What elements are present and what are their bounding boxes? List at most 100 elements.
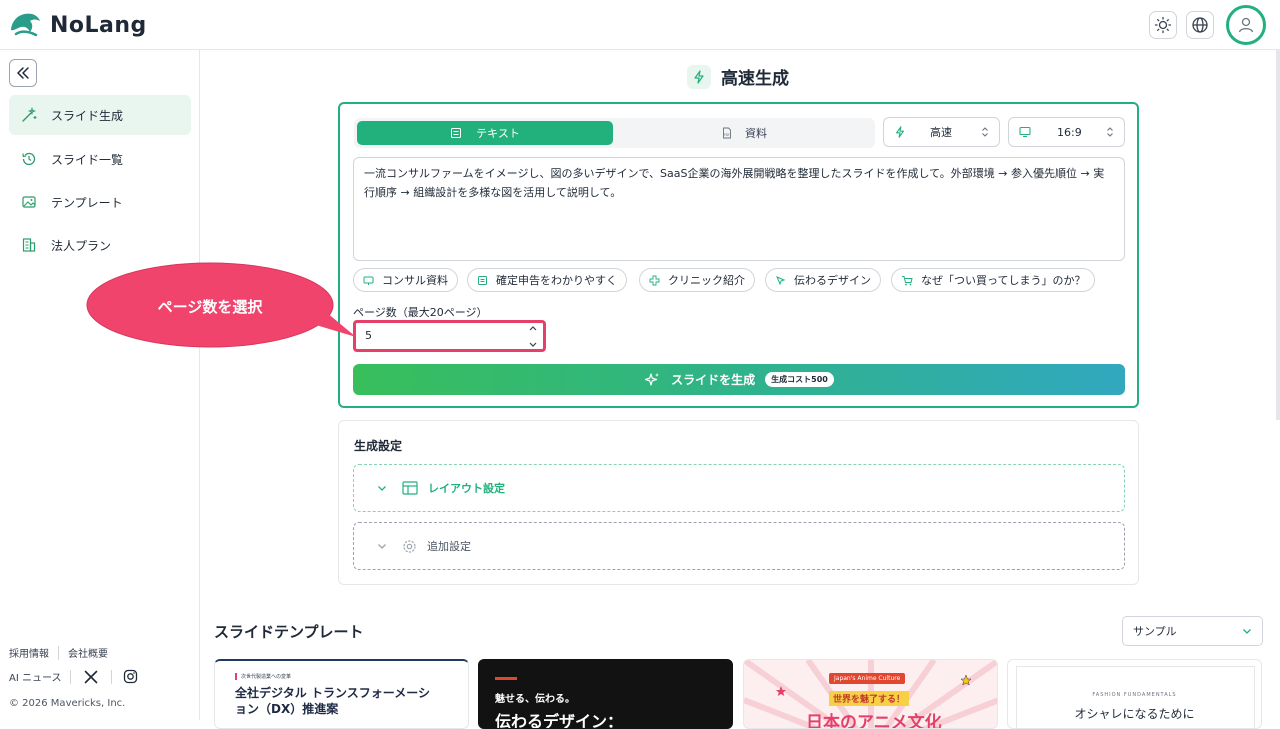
page-title: 高速生成 xyxy=(200,64,1276,89)
pdf-file-icon: PDF xyxy=(723,127,731,139)
speed-select[interactable]: 高速 xyxy=(883,117,1000,147)
building-icon xyxy=(22,238,36,252)
template-title: 日本のアニメ文化 xyxy=(806,713,942,729)
template-card[interactable]: 魅せる、伝わる。 伝わるデザイン： xyxy=(478,659,733,729)
tab-label: テキスト xyxy=(476,127,520,140)
tab-materials[interactable]: PDF 資料 xyxy=(616,121,872,145)
divider xyxy=(58,645,59,660)
pointer-icon xyxy=(775,275,786,286)
suggestion-chip[interactable]: 確定申告をわかりやすく xyxy=(467,268,627,292)
generate-slides-button[interactable]: スライドを生成 生成コスト500 xyxy=(353,364,1125,395)
shopping-cart-icon xyxy=(901,275,913,286)
logo[interactable]: NoLang xyxy=(8,8,147,42)
sidebar-item-slide-list[interactable]: スライド一覧 xyxy=(9,139,191,179)
lightning-icon xyxy=(896,126,904,138)
page-title-text: 高速生成 xyxy=(721,69,789,89)
template-card[interactable]: 次世代製造業への変革 全社デジタル トランスフォーメーション（DX）推進案 xyxy=(214,659,469,729)
template-tag: 次世代製造業への変革 xyxy=(235,673,291,680)
page-count-value: 5 xyxy=(365,329,372,342)
presentation-icon xyxy=(363,275,374,286)
lightning-icon xyxy=(687,64,711,89)
chip-label: なぜ「つい買ってしまう」のか？ xyxy=(921,274,1086,287)
generate-button-label: スライドを生成 xyxy=(671,373,756,387)
chip-label: 伝わるデザイン xyxy=(794,274,871,287)
chip-label: 確定申告をわかりやすく xyxy=(496,274,617,287)
template-tag: FASHION FUNDAMENTALS xyxy=(1092,692,1177,698)
chevron-down-icon[interactable] xyxy=(528,341,538,349)
chip-label: クリニック紹介 xyxy=(668,274,745,287)
suggestion-chip[interactable]: 伝わるデザイン xyxy=(765,268,881,292)
template-card[interactable]: Japan's Anime Culture 世界を魅了する！ 日本のアニメ文化 xyxy=(743,659,998,729)
prompt-textarea[interactable]: 一流コンサルファームをイメージし、図の多いデザインで、SaaS企業の海外展開戦略… xyxy=(353,157,1125,261)
layout-icon xyxy=(402,481,418,495)
chip-label: コンサル資料 xyxy=(382,274,448,287)
receipt-icon xyxy=(477,275,488,286)
footer-link-company[interactable]: 会社概要 xyxy=(68,645,108,660)
copyright: © 2026 Mavericks, Inc. xyxy=(9,698,125,709)
chevron-down-icon xyxy=(378,486,386,491)
dolphin-logo-icon xyxy=(11,13,40,37)
layout-settings-accordion[interactable]: レイアウト設定 xyxy=(353,464,1125,512)
suggestion-chip[interactable]: コンサル資料 xyxy=(353,268,458,292)
history-icon xyxy=(22,152,36,166)
main-content: 高速生成 テキスト PDF 資料 高速 16:9 一流コンサルファームをイメージ… xyxy=(200,50,1276,729)
speed-select-value: 高速 xyxy=(930,126,952,139)
sidebar: スライド生成 スライド一覧 テンプレート 法人プラン 採用情報 会社概要 AI … xyxy=(0,50,200,720)
instagram-icon[interactable] xyxy=(123,669,138,684)
sidebar-item-label: スライド一覧 xyxy=(51,152,124,167)
sidebar-item-label: テンプレート xyxy=(51,195,123,210)
sidebar-item-slide-generate[interactable]: スライド生成 xyxy=(9,95,191,135)
double-chevron-left-icon xyxy=(17,67,29,79)
footer-social: AI ニュース xyxy=(9,669,138,684)
x-logo-icon[interactable] xyxy=(84,670,98,684)
template-subtitle: 世界を魅了する！ xyxy=(829,691,910,706)
template-card[interactable]: FASHION FUNDAMENTALS オシャレになるために xyxy=(1007,659,1262,729)
accordion-label: レイアウト設定 xyxy=(428,482,505,495)
sidebar-item-label: 法人プラン xyxy=(51,238,112,253)
callout-text: ページ数を選択 xyxy=(157,297,263,316)
template-title: 伝わるデザイン： xyxy=(495,712,624,729)
template-tag: Japan's Anime Culture xyxy=(829,673,906,684)
footer-link-ai-news[interactable]: AI ニュース xyxy=(9,669,61,684)
template-filter-value: サンプル xyxy=(1133,625,1177,638)
footer-link-recruit[interactable]: 採用情報 xyxy=(9,645,49,660)
svg-text:PDF: PDF xyxy=(724,133,731,137)
page-count-input[interactable]: 5 xyxy=(353,320,546,352)
chevron-up-icon[interactable] xyxy=(528,324,538,332)
chevron-down-icon xyxy=(378,544,386,549)
generate-card: テキスト PDF 資料 高速 16:9 一流コンサルファームをイメージし、図の多… xyxy=(338,102,1139,408)
app-name: NoLang xyxy=(50,12,147,38)
divider xyxy=(70,669,72,684)
scrollbar[interactable] xyxy=(1276,50,1280,420)
aspect-ratio-value: 16:9 xyxy=(1057,125,1082,139)
monitor-icon xyxy=(1019,126,1031,138)
pages-label: ページ数（最大20ページ） xyxy=(353,306,488,319)
additional-settings-accordion[interactable]: 追加設定 xyxy=(353,522,1125,570)
chevron-down-icon xyxy=(1243,629,1251,634)
aspect-ratio-select[interactable]: 16:9 xyxy=(1008,117,1125,147)
page-count-stepper[interactable] xyxy=(525,324,541,349)
accordion-label: 追加設定 xyxy=(427,540,471,553)
collapse-sidebar-button[interactable] xyxy=(9,59,37,87)
sidebar-item-templates[interactable]: テンプレート xyxy=(9,182,191,222)
template-filter-select[interactable]: サンプル xyxy=(1122,616,1263,646)
sparkles-icon xyxy=(645,372,660,386)
sidebar-item-corporate-plan[interactable]: 法人プラン xyxy=(9,225,191,265)
theme-toggle-button[interactable] xyxy=(1149,11,1177,39)
medical-cross-icon xyxy=(649,275,660,286)
sun-icon xyxy=(1154,16,1172,34)
language-button[interactable] xyxy=(1186,11,1214,39)
accent-bar xyxy=(495,677,517,680)
user-avatar[interactable] xyxy=(1226,5,1266,45)
footer-links: 採用情報 会社概要 xyxy=(9,645,108,660)
templates-title: スライドテンプレート xyxy=(214,623,364,641)
suggestion-chip[interactable]: なぜ「つい買ってしまう」のか？ xyxy=(891,268,1096,292)
header: NoLang xyxy=(0,0,1280,50)
tab-label: 資料 xyxy=(745,127,767,140)
magic-wand-icon xyxy=(22,107,37,122)
document-icon xyxy=(451,128,462,138)
tab-text[interactable]: テキスト xyxy=(357,121,613,145)
gear-icon xyxy=(403,539,416,553)
suggestion-chip[interactable]: クリニック紹介 xyxy=(639,268,755,292)
chevron-up-down-icon xyxy=(982,127,988,137)
